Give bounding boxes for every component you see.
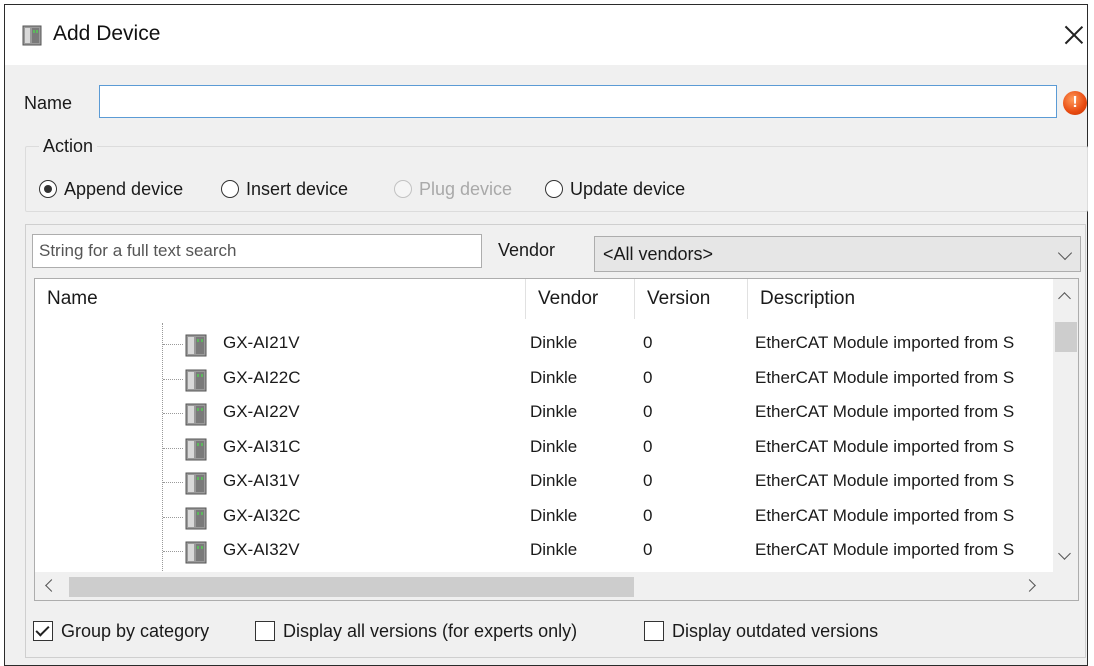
cell-vendor: Dinkle	[530, 540, 578, 559]
display-outdated-checkbox[interactable]: Display outdated versions	[644, 619, 878, 643]
device-module-icon	[185, 471, 207, 495]
cell-version: 0	[643, 471, 653, 490]
cell-name: GX-AI32V	[223, 540, 300, 559]
group-by-category-label: Group by category	[61, 620, 210, 641]
search-input[interactable]	[32, 234, 482, 268]
chevron-down-icon	[1057, 245, 1073, 261]
plug-device-label: Plug device	[419, 178, 513, 199]
checkbox-unchecked	[644, 621, 664, 641]
cell-vendor: Dinkle	[530, 436, 578, 456]
cell-vendor: Dinkle	[530, 402, 578, 421]
add-device-dialog: Add Device Name ! Action Append device I…	[4, 4, 1088, 666]
cell-version: 0	[643, 333, 653, 352]
cell-description: EtherCAT Module imported from S	[755, 505, 1015, 525]
plug-device-radio: Plug device	[394, 177, 512, 201]
cell-name: GX-AI21V	[223, 333, 300, 352]
checkbox-checked	[33, 621, 53, 641]
tree-connector	[163, 482, 183, 483]
cell-version: 0	[643, 436, 653, 456]
table-row[interactable]: GX-AI21V Dinkle 0 EtherCAT Module imported …	[35, 327, 1055, 361]
close-icon[interactable]	[1060, 21, 1088, 49]
cell-description: EtherCAT Module imported from S	[755, 333, 1015, 352]
device-module-icon	[185, 506, 207, 530]
device-table: Name Vendor Version Description GX-AI21V…	[34, 278, 1079, 601]
vertical-scroll-thumb[interactable]	[1055, 322, 1077, 352]
insert-device-label: Insert device	[246, 178, 349, 199]
cell-vendor: Dinkle	[530, 471, 578, 490]
cell-name: GX-AI22C	[223, 367, 301, 387]
tree-connector	[163, 447, 183, 449]
display-outdated-label: Display outdated versions	[672, 620, 879, 641]
cell-description: EtherCAT Module imported from S	[755, 471, 1015, 490]
table-row[interactable]: GX-AI31V Dinkle 0 EtherCAT Module imported …	[35, 465, 1055, 499]
display-all-versions-label: Display all versions (for experts only)	[283, 620, 578, 641]
device-module-icon	[185, 540, 207, 564]
name-label: Name	[24, 93, 73, 113]
vendor-dropdown[interactable]: <All vendors>	[594, 236, 1081, 272]
cell-description: EtherCAT Module imported from S	[755, 540, 1015, 559]
table-row[interactable]: GX-AI22V Dinkle 0 EtherCAT Module imported …	[35, 396, 1055, 430]
insert-device-radio[interactable]: Insert device	[221, 177, 348, 201]
update-device-label: Update device	[570, 178, 686, 199]
update-device-radio[interactable]: Update device	[545, 177, 685, 201]
append-device-radio[interactable]: Append device	[39, 177, 183, 201]
cell-vendor: Dinkle	[530, 505, 578, 525]
cell-name: GX-AI31V	[223, 471, 300, 490]
name-input[interactable]	[99, 85, 1057, 118]
vendor-dropdown-value: <All vendors>	[603, 244, 714, 264]
cell-version: 0	[643, 505, 653, 525]
action-legend: Action	[39, 136, 98, 157]
cell-version: 0	[643, 367, 653, 387]
display-all-versions-checkbox[interactable]: Display all versions (for experts only)	[255, 619, 577, 643]
dialog-title: Add Device	[53, 22, 161, 45]
column-header-vendor[interactable]: Vendor	[526, 279, 634, 319]
table-row[interactable]: GX-AI31C Dinkle 0 EtherCAT Module imported …	[35, 431, 1055, 465]
device-module-icon	[22, 25, 42, 46]
checkbox-unchecked	[255, 621, 275, 641]
error-icon: !	[1063, 91, 1087, 115]
radio-circle-selected	[39, 180, 57, 198]
cell-version: 0	[643, 540, 653, 559]
cell-description: EtherCAT Module imported from S	[755, 367, 1015, 387]
title-bar: Add Device	[5, 5, 1087, 65]
device-module-icon	[185, 437, 207, 461]
tree-connector	[163, 516, 183, 518]
tree-connector	[163, 344, 183, 345]
cell-description: EtherCAT Module imported from S	[755, 436, 1015, 456]
cell-name: GX-AI22V	[223, 402, 300, 421]
device-module-icon	[185, 368, 207, 392]
cell-name: GX-AI31C	[223, 436, 301, 456]
cell-name: GX-AI32C	[223, 505, 301, 525]
horizontal-scroll-thumb[interactable]	[69, 577, 634, 597]
column-header-description[interactable]: Description	[748, 279, 1053, 319]
group-by-category-checkbox[interactable]: Group by category	[33, 619, 209, 643]
tree-connector	[163, 551, 183, 552]
table-row[interactable]: GX-AI22C Dinkle 0 EtherCAT Module imported …	[35, 362, 1055, 396]
radio-circle	[545, 180, 563, 198]
radio-circle-disabled	[394, 180, 412, 198]
tree-connector	[163, 378, 183, 380]
cell-version: 0	[643, 402, 653, 421]
table-row[interactable]: GX-AI32V Dinkle 0 EtherCAT Module imported …	[35, 534, 1055, 568]
vendor-label: Vendor	[498, 240, 556, 260]
device-module-icon	[185, 333, 207, 357]
tree-connector	[163, 413, 183, 414]
column-header-version[interactable]: Version	[635, 279, 747, 319]
cell-description: EtherCAT Module imported from S	[755, 402, 1015, 421]
table-row[interactable]: GX-AI32C Dinkle 0 EtherCAT Module imported …	[35, 500, 1055, 534]
append-device-label: Append device	[64, 178, 184, 199]
cell-vendor: Dinkle	[530, 367, 578, 387]
column-header-name[interactable]: Name	[35, 279, 525, 319]
device-module-icon	[185, 402, 207, 426]
radio-circle	[221, 180, 239, 198]
cell-vendor: Dinkle	[530, 333, 578, 352]
